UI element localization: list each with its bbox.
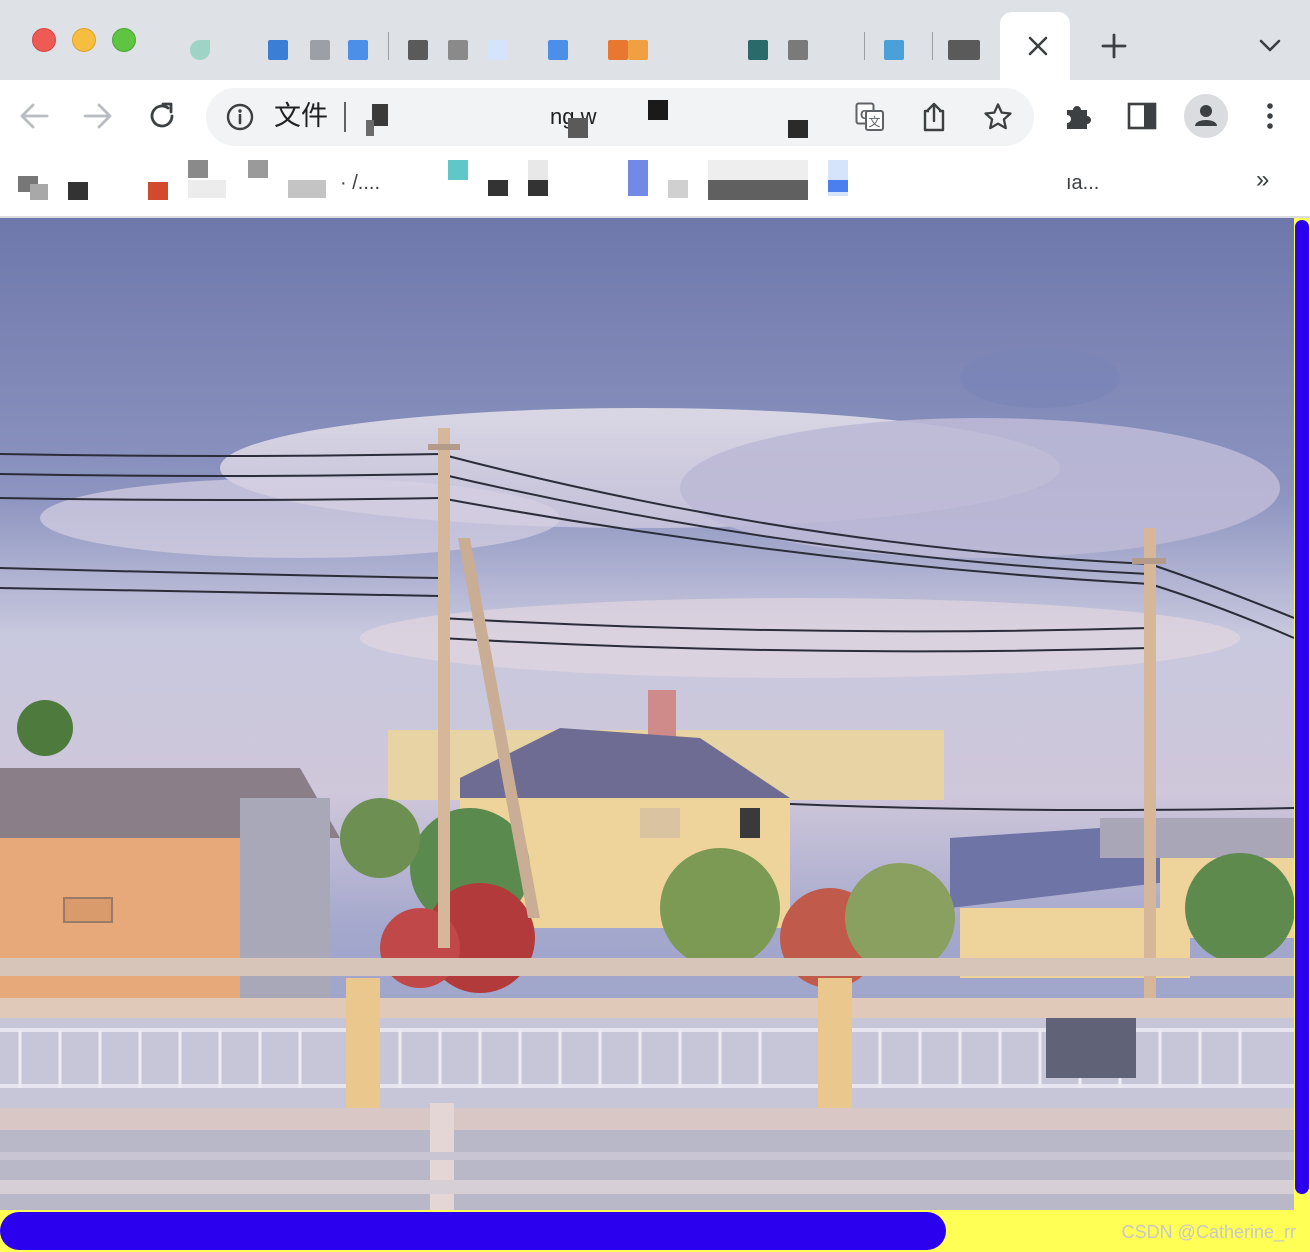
omnibox-separator xyxy=(344,102,346,132)
close-window-button[interactable] xyxy=(32,28,56,52)
tab-favicon-icon[interactable] xyxy=(488,40,508,60)
toolbar: 文件 ng.w G文 xyxy=(0,80,1310,154)
landscape-photo xyxy=(0,218,1294,1210)
redaction-block xyxy=(648,100,668,120)
close-icon[interactable] xyxy=(1022,30,1054,62)
address-bar[interactable]: 文件 ng.w G文 xyxy=(206,88,1034,146)
tab-favicon-icon[interactable] xyxy=(268,40,288,60)
bookmarks-bar: · /.... ıa... » xyxy=(0,154,1310,216)
scheme-label: 文件 xyxy=(274,101,328,132)
bookmark-favicon-icon[interactable] xyxy=(248,160,268,178)
redaction-block xyxy=(788,120,808,138)
side-panel-icon[interactable] xyxy=(1122,96,1162,136)
redaction-block xyxy=(188,180,226,198)
tab-favicon-icon[interactable] xyxy=(748,40,768,60)
kebab-menu-icon[interactable] xyxy=(1250,96,1290,136)
tab-favicon-icon[interactable] xyxy=(348,40,368,60)
watermark: CSDN @Catherine_rr xyxy=(1121,1222,1296,1242)
bookmark-favicon-icon[interactable] xyxy=(448,160,468,180)
tab-favicon-icon[interactable] xyxy=(948,40,980,60)
tab-favicon-icon[interactable] xyxy=(608,40,628,60)
redaction-block xyxy=(288,180,326,198)
minimize-window-button[interactable] xyxy=(72,28,96,52)
bookmark-favicon-icon[interactable] xyxy=(528,180,548,196)
tab-separator xyxy=(388,32,389,60)
plus-icon[interactable] xyxy=(1096,30,1132,62)
bookmark-favicon-icon[interactable] xyxy=(628,160,648,196)
svg-text:文: 文 xyxy=(868,114,880,129)
redaction-block xyxy=(372,104,388,126)
info-icon[interactable] xyxy=(226,103,254,131)
puzzle-icon[interactable] xyxy=(1058,96,1098,136)
browser-window: 文件 ng.w G文 xyxy=(0,0,1310,1252)
tab-separator xyxy=(864,32,865,60)
bookmark-label[interactable]: ıa... xyxy=(1066,172,1099,195)
tab-favicon-icon[interactable] xyxy=(628,40,648,60)
tab-favicon-icon[interactable] xyxy=(448,40,468,60)
bookmark-favicon-icon[interactable] xyxy=(148,182,168,200)
bookmark-favicon-icon[interactable] xyxy=(30,184,48,200)
tab-favicon-icon[interactable] xyxy=(548,40,568,60)
bookmarks-overflow-button[interactable]: » xyxy=(1256,166,1269,194)
bookmark-favicon-icon[interactable] xyxy=(188,160,208,178)
vertical-scrollbar-thumb[interactable] xyxy=(1295,220,1309,1194)
bookmark-favicon-icon[interactable] xyxy=(488,180,508,196)
tab-strip xyxy=(0,0,1310,80)
bookmark-label[interactable]: · /.... xyxy=(340,172,380,195)
translate-icon[interactable]: G文 xyxy=(850,97,890,137)
redaction-block xyxy=(568,118,588,138)
tab-favicon-icon[interactable] xyxy=(190,40,210,60)
bookmark-favicon-icon[interactable] xyxy=(68,182,88,200)
tab-favicon-icon[interactable] xyxy=(788,40,808,60)
tab-favicon-icon[interactable] xyxy=(408,40,428,60)
avatar-icon[interactable] xyxy=(1184,94,1228,138)
tab-favicon-icon[interactable] xyxy=(884,40,904,60)
tab-favicon-icon[interactable] xyxy=(310,40,330,60)
star-icon[interactable] xyxy=(978,97,1018,137)
redaction-block xyxy=(708,180,808,200)
share-icon[interactable] xyxy=(914,97,954,137)
redaction-block xyxy=(366,120,374,136)
fullscreen-window-button[interactable] xyxy=(112,28,136,52)
arrow-right-icon[interactable] xyxy=(78,96,118,136)
horizontal-scrollbar-thumb[interactable] xyxy=(0,1212,946,1250)
arrow-left-icon[interactable] xyxy=(14,96,54,136)
tab-separator xyxy=(932,32,933,60)
page-viewport: CSDN @Catherine_rr xyxy=(0,218,1310,1252)
bookmark-favicon-icon[interactable] xyxy=(828,180,848,192)
redaction-block xyxy=(668,180,688,198)
chevron-down-icon[interactable] xyxy=(1252,30,1288,62)
reload-icon[interactable] xyxy=(142,96,182,136)
